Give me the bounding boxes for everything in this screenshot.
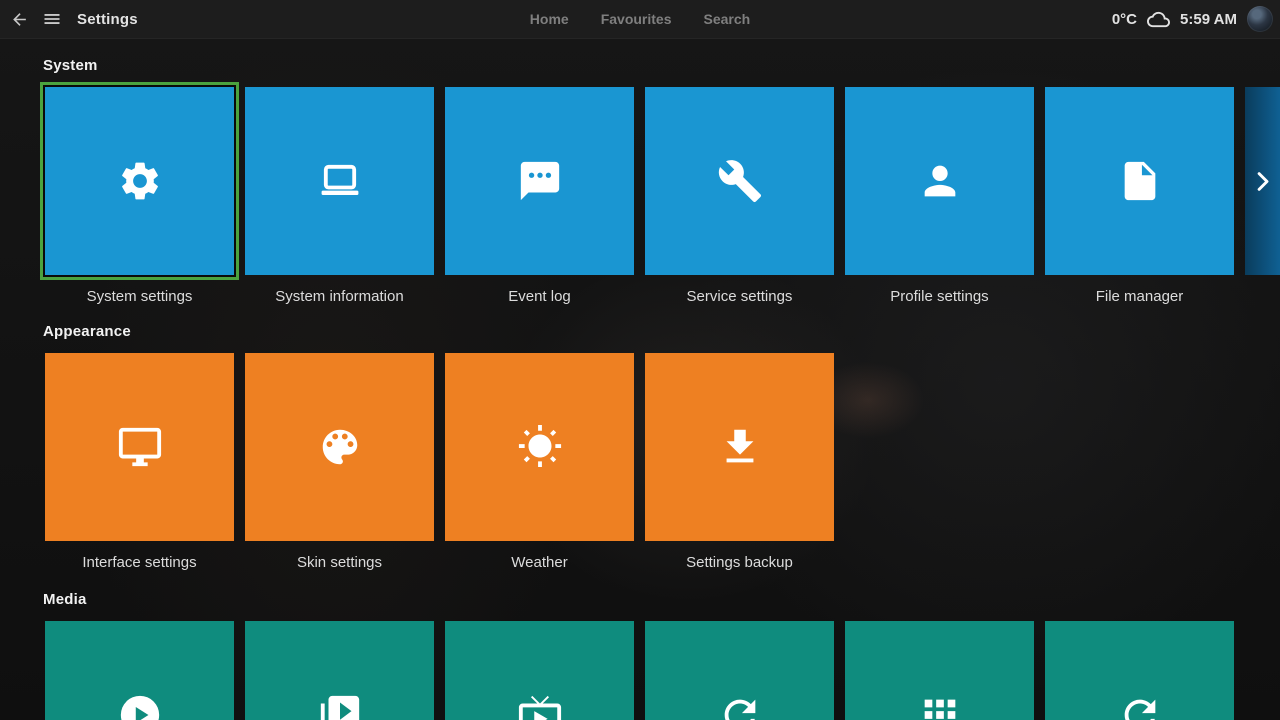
back-arrow-icon[interactable] [10,10,29,29]
tile-cell [645,621,834,720]
hamburger-menu-icon[interactable] [42,9,62,29]
tile-cell: File manager [1045,87,1234,305]
gear-icon [117,158,163,204]
sun-icon [517,424,563,470]
tile-weather[interactable] [445,353,634,541]
tile-cell: Event log [445,87,634,305]
tile-refresh[interactable] [1045,621,1234,720]
kodi-settings-screen: Settings Home Favourites Search 0°C 5:59… [0,0,1280,720]
monitor-icon [117,424,163,470]
wrench-icon [717,158,763,204]
tile-interface-settings[interactable] [45,353,234,541]
tile-skin-settings[interactable] [245,353,434,541]
palette-icon [317,424,363,470]
tile-cell: System settings [45,87,234,305]
tile-cell [445,621,634,720]
tile-label: Settings backup [645,554,834,571]
tile-label: Service settings [645,288,834,305]
user-avatar[interactable] [1247,6,1273,32]
section-appearance: Appearance Interface settings Skin setting… [0,322,1280,571]
tile-play-circle[interactable] [45,621,234,720]
section-system: System System settings System information E… [0,56,1280,305]
apps-icon [917,692,963,720]
next-page-partial-tile[interactable] [1245,87,1280,275]
tile-cell: Service settings [645,87,834,305]
tile-cell: Interface settings [45,353,234,571]
tile-apps[interactable] [845,621,1034,720]
top-nav: Home Favourites Search [530,11,750,27]
tile-cell [1045,621,1234,720]
page-title: Settings [77,11,138,28]
tile-cell [845,621,1034,720]
tile-cell: Settings backup [645,353,834,571]
tile-label: Skin settings [245,554,434,571]
chat-icon [517,158,563,204]
tile-cell: Profile settings [845,87,1034,305]
video-library-icon [317,692,363,720]
tile-event-log[interactable] [445,87,634,275]
tile-file-manager[interactable] [1045,87,1234,275]
tile-cell [245,621,434,720]
live-tv-icon [517,692,563,720]
clock-time: 5:59 AM [1180,11,1237,28]
tile-label: Profile settings [845,288,1034,305]
section-media: Media [0,590,1280,720]
tile-service-settings[interactable] [645,87,834,275]
system-tile-row: System settings System information Event l… [45,87,1280,305]
laptop-icon [317,158,363,204]
cloud-icon [1147,8,1170,31]
section-title-appearance: Appearance [43,322,1280,342]
section-title-system: System [43,56,1280,76]
temperature-value: 0°C [1112,11,1137,28]
tile-label: Interface settings [45,554,234,571]
tile-label: Event log [445,288,634,305]
chevron-right-icon [1245,168,1276,195]
tile-refresh[interactable] [645,621,834,720]
tile-video-library[interactable] [245,621,434,720]
nav-home[interactable]: Home [530,11,569,27]
tile-label: File manager [1045,288,1234,305]
tile-settings-backup[interactable] [645,353,834,541]
nav-favourites[interactable]: Favourites [601,11,672,27]
tile-live-tv[interactable] [445,621,634,720]
appearance-tile-row: Interface settings Skin settings Weather Se… [45,353,1280,571]
top-bar: Settings Home Favourites Search 0°C 5:59… [0,0,1280,39]
tile-label: System settings [45,288,234,305]
tile-label: Weather [445,554,634,571]
tile-label: System information [245,288,434,305]
play-circle-icon [117,692,163,720]
section-title-media: Media [43,590,1280,610]
person-icon [917,158,963,204]
file-icon [1117,158,1163,204]
tile-system-settings[interactable] [45,87,234,275]
tile-cell [45,621,234,720]
tile-cell: Skin settings [245,353,434,571]
tile-profile-settings[interactable] [845,87,1034,275]
tile-cell: System information [245,87,434,305]
refresh-icon [717,692,763,720]
nav-search[interactable]: Search [704,11,751,27]
tile-cell: Weather [445,353,634,571]
tile-system-information[interactable] [245,87,434,275]
media-tile-row [45,621,1280,720]
download-icon [717,424,763,470]
refresh-icon [1117,692,1163,720]
